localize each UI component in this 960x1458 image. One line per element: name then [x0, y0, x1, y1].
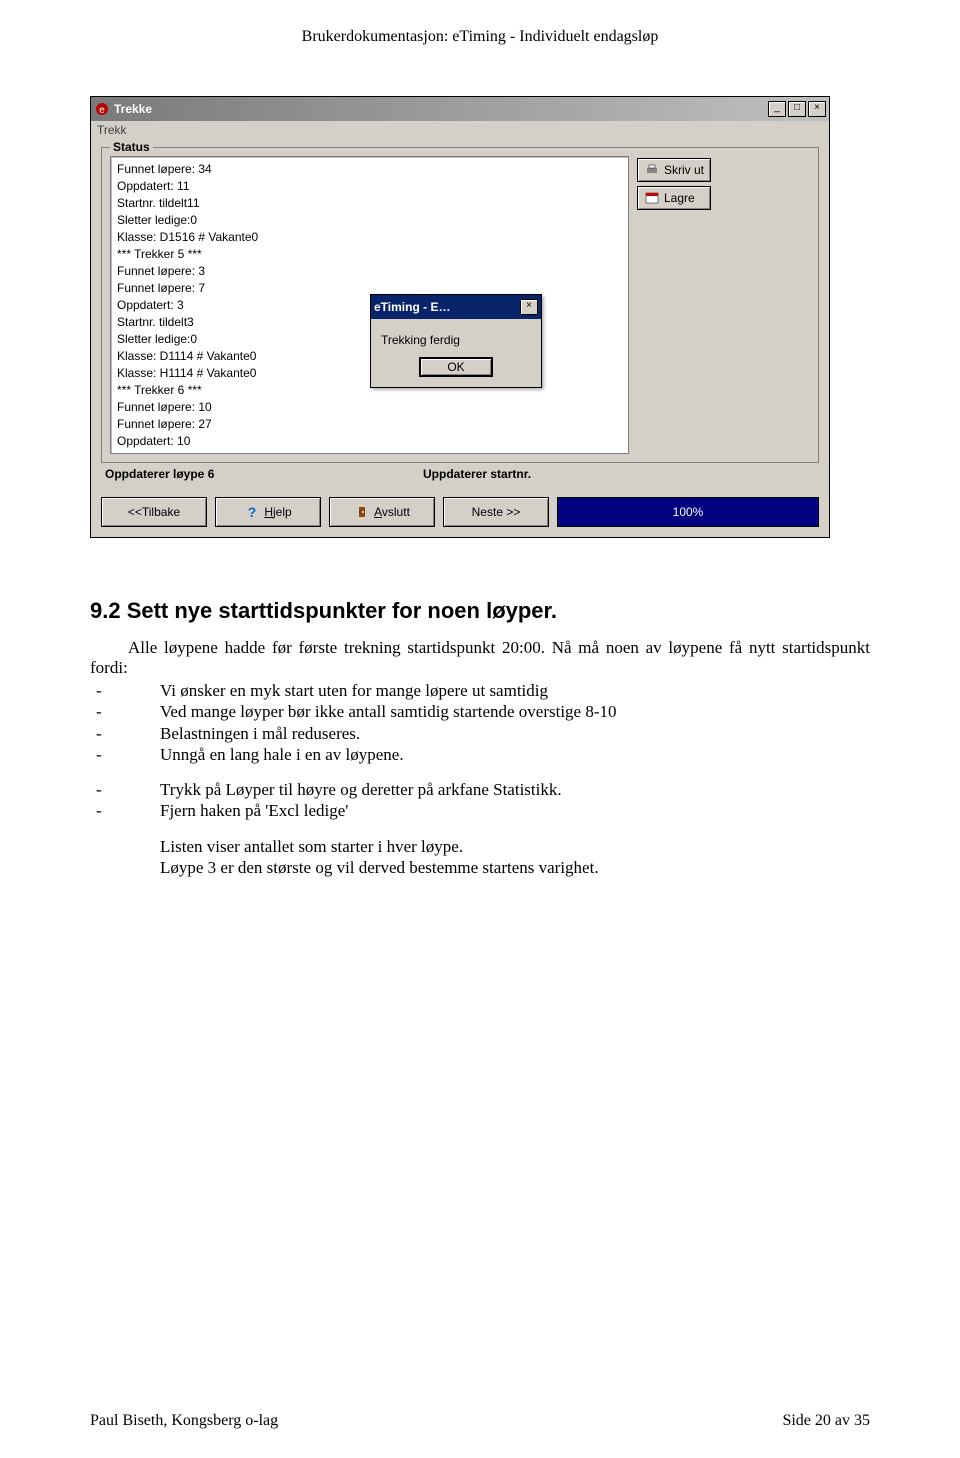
- status-line: Funnet løpere: 27: [117, 416, 622, 433]
- progress-bar: 100%: [557, 497, 819, 527]
- status-footer-right: Uppdaterer startnr.: [423, 467, 531, 481]
- svg-text:?: ?: [248, 505, 257, 519]
- status-line: Oppdatert: 11: [117, 178, 622, 195]
- next-button[interactable]: Neste >>: [443, 497, 549, 527]
- exit-label: Avslutt: [374, 505, 410, 519]
- section-heading: 9.2 Sett nye starttidspunkter for noen l…: [90, 598, 870, 624]
- footer-author: Paul Biseth, Kongsberg o-lag: [90, 1412, 278, 1430]
- intro-paragraph: Alle løypene hadde før første trekning s…: [90, 638, 870, 678]
- list-item: Vi ønsker en myk start uten for mange lø…: [128, 680, 870, 701]
- close-button[interactable]: ×: [808, 101, 826, 117]
- bullet-list-1: Vi ønsker en myk start uten for mange lø…: [128, 680, 870, 765]
- page-footer: Paul Biseth, Kongsberg o-lag Side 20 av …: [90, 1412, 870, 1430]
- dialog-title: eTiming - E…: [374, 300, 520, 314]
- status-line: Funnet løpere: 3: [117, 263, 622, 280]
- exit-icon: [354, 504, 370, 520]
- minimize-button[interactable]: _: [768, 101, 786, 117]
- status-line: Startnr. tildelt10: [117, 450, 622, 454]
- dialog-message: Trekking ferdig: [371, 319, 541, 357]
- bullet-list-2: Trykk på Løyper til høyre og deretter på…: [128, 779, 870, 822]
- status-line: Sletter ledige:0: [117, 212, 622, 229]
- print-label: Skriv ut: [664, 163, 704, 177]
- help-icon: ?: [244, 504, 260, 520]
- trailing-text: Listen viser antallet som starter i hver…: [90, 836, 870, 879]
- save-button[interactable]: Lagre: [637, 186, 711, 210]
- status-line: Funnet løpere: 10: [117, 399, 622, 416]
- list-item: Fjern haken på 'Excl ledige': [128, 800, 870, 821]
- menu-trekk[interactable]: Trekk: [91, 121, 829, 139]
- screenshot: e Trekke _ □ × Trekk Status Funnet løper…: [90, 96, 830, 538]
- status-line: Funnet løpere: 34: [117, 161, 622, 178]
- exit-button[interactable]: Avslutt: [329, 497, 435, 527]
- dialog-titlebar: eTiming - E… ×: [371, 295, 541, 319]
- status-line: Oppdatert: 10: [117, 433, 622, 450]
- svg-text:e: e: [99, 105, 105, 116]
- page-header: Brukerdokumentasjon: eTiming - Individue…: [0, 0, 960, 46]
- list-item: Unngå en lang hale i en av løypene.: [128, 744, 870, 765]
- list-item: Ved mange løyper bør ikke antall samtidi…: [128, 701, 870, 722]
- back-label: <<Tilbake: [128, 505, 180, 519]
- trailing-line: Listen viser antallet som starter i hver…: [160, 836, 870, 857]
- footer-page: Side 20 av 35: [782, 1412, 870, 1430]
- save-icon: [644, 190, 660, 206]
- app-icon: e: [94, 101, 110, 117]
- document-body: 9.2 Sett nye starttidspunkter for noen l…: [90, 598, 870, 878]
- list-item: Trykk på Løyper til høyre og deretter på…: [128, 779, 870, 800]
- status-footer-left: Oppdaterer løype 6: [105, 467, 415, 481]
- main-titlebar: e Trekke _ □ ×: [91, 97, 829, 121]
- print-icon: [644, 162, 660, 178]
- status-line: *** Trekker 5 ***: [117, 246, 622, 263]
- status-line: Startnr. tildelt11: [117, 195, 622, 212]
- status-line: Klasse: D1516 # Vakante0: [117, 229, 622, 246]
- back-button[interactable]: <<Tilbake: [101, 497, 207, 527]
- list-item: Belastningen i mål reduseres.: [128, 723, 870, 744]
- status-footer: Oppdaterer løype 6 Uppdaterer startnr.: [101, 463, 819, 491]
- print-button[interactable]: Skriv ut: [637, 158, 711, 182]
- maximize-button[interactable]: □: [788, 101, 806, 117]
- dialog-ok-button[interactable]: OK: [419, 357, 493, 377]
- save-label: Lagre: [664, 191, 695, 205]
- info-dialog: eTiming - E… × Trekking ferdig OK: [370, 294, 542, 388]
- help-label: Hjelp: [264, 505, 291, 519]
- status-label: Status: [110, 140, 153, 154]
- trailing-line: Løype 3 er den største og vil derved bes…: [160, 857, 870, 878]
- next-label: Neste >>: [472, 505, 521, 519]
- dialog-close-button[interactable]: ×: [520, 299, 538, 315]
- window-title: Trekke: [114, 102, 768, 116]
- help-button[interactable]: ? Hjelp: [215, 497, 321, 527]
